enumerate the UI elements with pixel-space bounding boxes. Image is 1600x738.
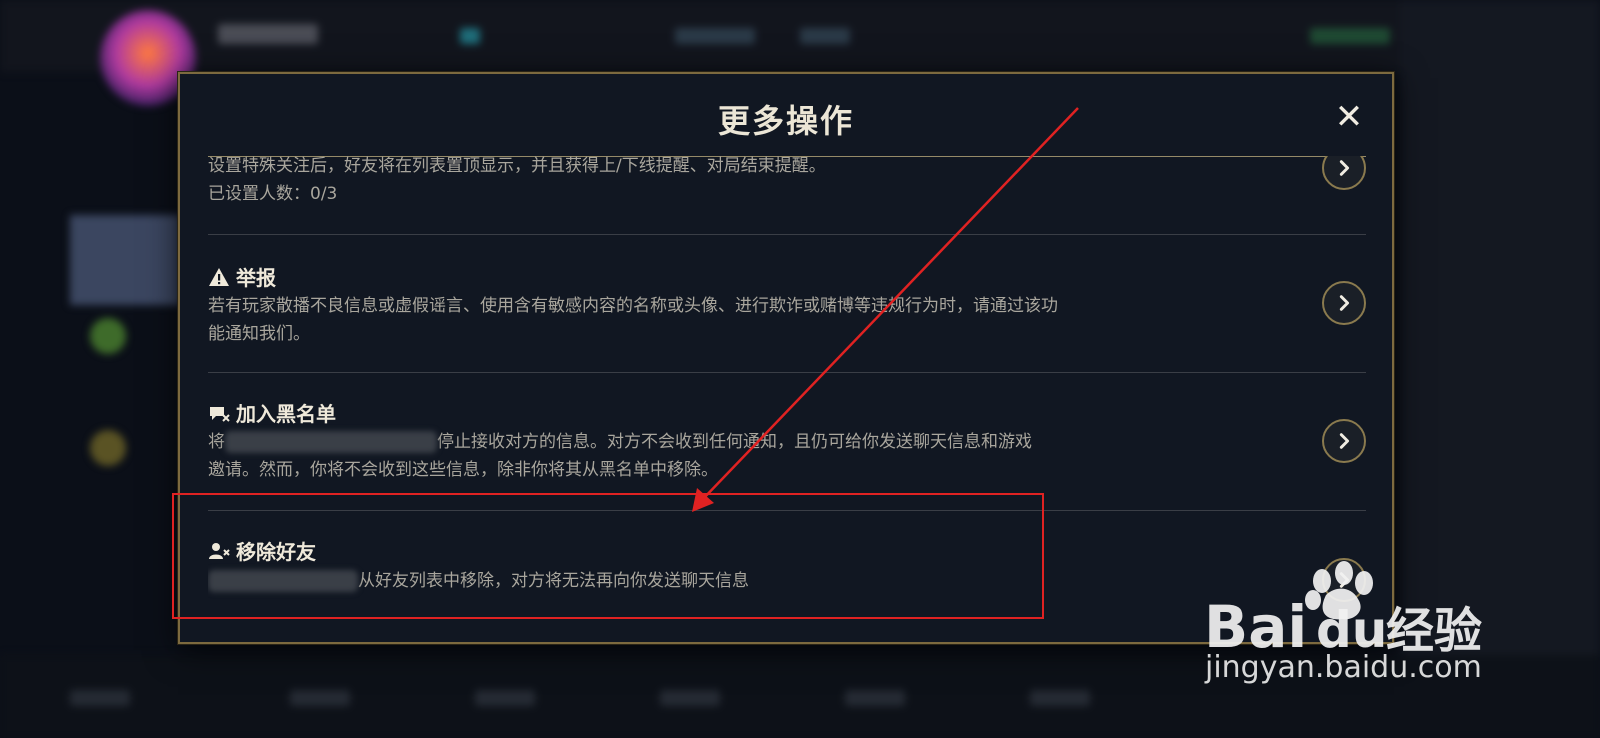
item-desc: 若有玩家散播不良信息或虚假谣言、使用含有敏感内容的名称或头像、进行欺诈或赌博等违… — [208, 296, 1058, 316]
list-item-report[interactable]: 举报 若有玩家散播不良信息或虚假谣言、使用含有敏感内容的名称或头像、进行欺诈或赌… — [208, 234, 1366, 373]
bg-left-card — [70, 215, 180, 305]
bg-left-dot — [90, 430, 126, 466]
item-desc: 设置特殊关注后，好友将在列表置顶显示，并且获得上/下线提醒、对局结束提醒。 — [208, 156, 826, 176]
item-desc: 将 停止接收对方的信息。对方不会收到任何通知，且仍可给你发送聊天信息和游戏 — [208, 428, 1188, 456]
bg-tab — [290, 690, 350, 706]
item-title: 加入黑名单 — [208, 398, 336, 427]
chevron-right-icon[interactable] — [1322, 156, 1366, 190]
bg-chip — [675, 28, 755, 44]
desc-rest: 停止接收对方的信息。对方不会收到任何通知，且仍可给你发送聊天信息和游戏 — [437, 432, 1032, 452]
report-title: 举报 — [236, 266, 276, 290]
bg-chip — [800, 28, 850, 44]
bg-chip — [460, 28, 480, 44]
item-desc: 能通知我们。 — [208, 324, 310, 344]
bg-tab — [660, 690, 720, 706]
redacted-name — [225, 431, 437, 453]
desc-prefix: 将 — [208, 432, 225, 452]
watermark-url: jingyan.baidu.com — [1205, 650, 1482, 685]
bg-tab — [475, 690, 535, 706]
close-icon[interactable]: ✕ — [1334, 100, 1364, 134]
warning-icon — [208, 266, 230, 288]
item-desc: 邀请。然而，你将不会收到这些信息，除非你将其从黑名单中移除。 — [208, 460, 718, 480]
bg-tab — [1030, 690, 1090, 706]
chat-block-icon — [208, 402, 230, 424]
list-item-special-follow[interactable]: 设置特殊关注后，好友将在列表置顶显示，并且获得上/下线提醒、对局结束提醒。 已设… — [208, 156, 1366, 235]
chevron-right-icon[interactable] — [1322, 281, 1366, 325]
list-item-blacklist[interactable]: 加入黑名单 将 停止接收对方的信息。对方不会收到任何通知，且仍可给你发送聊天信息和… — [208, 372, 1366, 511]
bg-username — [218, 24, 318, 44]
chevron-right-icon[interactable] — [1322, 419, 1366, 463]
bg-tab — [70, 690, 130, 706]
annotation-highlight-box — [172, 493, 1044, 619]
blacklist-title: 加入黑名单 — [236, 402, 336, 426]
item-desc: 已设置人数：0/3 — [208, 184, 338, 204]
item-title: 举报 — [208, 262, 276, 291]
modal-title: 更多操作 — [717, 102, 854, 140]
bg-chip — [1310, 28, 1390, 44]
bg-tab — [845, 690, 905, 706]
bg-left-dot — [90, 318, 126, 354]
